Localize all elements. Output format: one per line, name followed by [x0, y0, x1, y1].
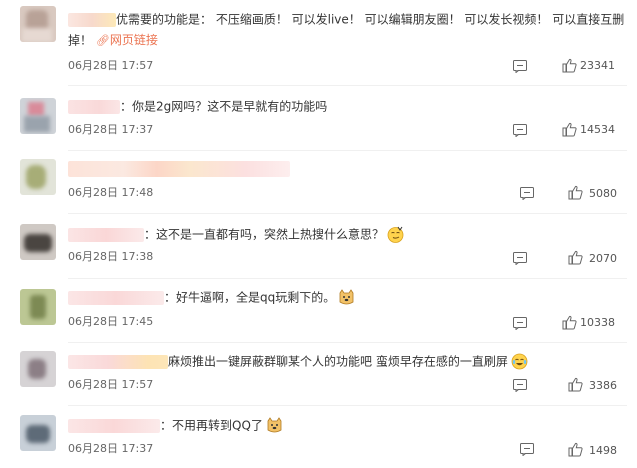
comment-icon[interactable] [513, 379, 527, 392]
comment-item: ：不用再转到QQ了 06月28日 17:37 1498 [0, 410, 637, 468]
like-count: 1498 [589, 444, 617, 457]
like-count: 2070 [589, 252, 617, 265]
comment-time: 06月28日 17:57 [68, 59, 154, 72]
link-icon: 🔗︎ [95, 33, 110, 47]
username-blurred[interactable] [68, 99, 120, 114]
like-count: 10338 [580, 316, 615, 329]
comment-item: ：这不是一直都有吗，突然上热搜什么意思？ 06月28日 17:38 2070 [0, 220, 637, 276]
like-count: 3386 [589, 379, 617, 392]
comment-text: ：这不是一直都有吗，突然上热搜什么意思？ [144, 227, 385, 242]
thumbs-up-icon[interactable] [562, 58, 577, 73]
avatar[interactable] [20, 415, 56, 451]
comment-body: ：你是2g网吗？这不是早就有的功能吗 [68, 96, 627, 117]
comment-icon[interactable] [520, 187, 534, 200]
thumbs-up-icon[interactable] [562, 122, 577, 137]
avatar[interactable] [20, 159, 56, 195]
comment-time: 06月28日 17:57 [68, 378, 154, 391]
comment-text: ：不用再转到QQ了 [160, 418, 263, 433]
avatar[interactable] [20, 289, 56, 325]
comment-time: 06月28日 17:38 [68, 250, 154, 263]
comment-item: ：好牛逼啊，全是qq玩剩下的。 06月28日 17:45 10338 [0, 285, 637, 341]
comment-time: 06月28日 17:48 [68, 186, 154, 199]
comment-text: 麻烦推出一键屏蔽群聊某个人的功能吧 蛮烦早存在感的一直刷屏 [168, 354, 508, 369]
thumbs-up-icon[interactable] [568, 185, 583, 200]
doge-emoji [339, 289, 354, 305]
avatar[interactable] [20, 351, 56, 387]
comment-time: 06月28日 17:45 [68, 315, 154, 328]
comment-item: 优需要的功能是： 不压缩画质！ 可以发live！ 可以编辑朋友圈！ 可以发长视频… [0, 0, 637, 80]
comment-body: 麻烦推出一键屏蔽群聊某个人的功能吧 蛮烦早存在感的一直刷屏 [68, 351, 627, 372]
comment-body: ：这不是一直都有吗，突然上热搜什么意思？ [68, 224, 627, 245]
username-blurred[interactable] [68, 418, 160, 433]
comment-body: ：好牛逼啊，全是qq玩剩下的。 [68, 287, 627, 308]
comment-item: 麻烦推出一键屏蔽群聊某个人的功能吧 蛮烦早存在感的一直刷屏 06月28日 17:… [0, 347, 637, 403]
divider [68, 342, 627, 343]
divider [68, 405, 627, 406]
comment-text: ：好牛逼啊，全是qq玩剩下的。 [164, 290, 336, 305]
tears-emoji [511, 353, 528, 370]
divider [68, 213, 627, 214]
comment-body: 优需要的功能是： 不压缩画质！ 可以发live！ 可以编辑朋友圈！ 可以发长视频… [68, 9, 627, 51]
username-blurred[interactable] [68, 227, 144, 242]
thumbs-up-icon[interactable] [568, 250, 583, 265]
web-link[interactable]: 网页链接 [110, 33, 158, 47]
comment-icon[interactable] [520, 443, 534, 456]
comment-item: 06月28日 17:48 5080 [0, 156, 637, 212]
thumbs-up-icon[interactable] [562, 315, 577, 330]
thumbs-up-icon[interactable] [568, 442, 583, 457]
avatar[interactable] [20, 6, 56, 42]
divider [68, 85, 627, 86]
like-count: 23341 [580, 59, 615, 72]
divider [68, 278, 627, 279]
comment-icon[interactable] [513, 60, 527, 73]
avatar[interactable] [20, 98, 56, 134]
smirk-emoji [387, 226, 404, 243]
comment-body [68, 158, 627, 179]
comment-icon[interactable] [513, 317, 527, 330]
comment-text: ：你是2g网吗？这不是早就有的功能吗 [120, 99, 328, 114]
username-blurred[interactable] [68, 12, 116, 27]
username-blurred[interactable] [68, 160, 290, 177]
like-count: 5080 [589, 187, 617, 200]
username-blurred[interactable] [68, 354, 168, 369]
doge-emoji [267, 417, 282, 433]
comment-time: 06月28日 17:37 [68, 123, 154, 136]
username-blurred[interactable] [68, 290, 164, 305]
comment-time: 06月28日 17:37 [68, 442, 154, 455]
comment-icon[interactable] [513, 252, 527, 265]
avatar[interactable] [20, 224, 56, 260]
thumbs-up-icon[interactable] [568, 377, 583, 392]
comment-body: ：不用再转到QQ了 [68, 415, 627, 436]
comment-item: ：你是2g网吗？这不是早就有的功能吗 06月28日 17:37 14534 [0, 96, 637, 152]
like-count: 14534 [580, 123, 615, 136]
comment-icon[interactable] [513, 124, 527, 137]
divider [68, 150, 627, 151]
